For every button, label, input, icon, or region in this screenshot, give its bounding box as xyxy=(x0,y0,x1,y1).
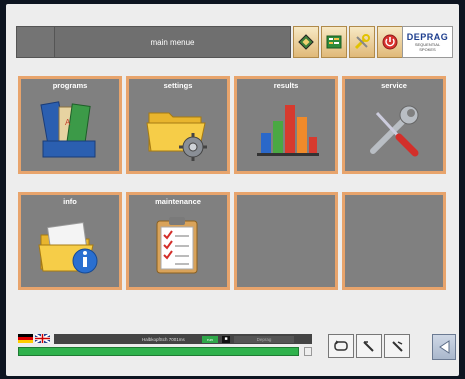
header-bar: main menue xyxy=(16,26,291,58)
cycle-icon xyxy=(334,340,348,351)
wrench-screwdriver-icon xyxy=(370,105,419,157)
info-folder-icon xyxy=(38,222,98,274)
grid-icon[interactable] xyxy=(321,26,347,58)
brand-name: DEPRAG xyxy=(406,32,449,42)
tile-programs[interactable]: programs A xyxy=(18,76,122,174)
language-flags xyxy=(18,334,50,343)
checklist-icon xyxy=(156,217,198,274)
bar-chart-icon xyxy=(257,105,319,156)
tile-empty-2[interactable] xyxy=(342,192,446,290)
tile-settings[interactable]: settings xyxy=(126,76,230,174)
diamond-icon[interactable] xyxy=(293,26,319,58)
header-icons xyxy=(293,26,403,58)
screwdriver-right-icon xyxy=(392,341,403,352)
tile-label: info xyxy=(63,197,77,206)
tile-empty-1[interactable] xyxy=(234,192,338,290)
brand-sub-2: SPOKES xyxy=(419,47,436,52)
tile-service[interactable]: service xyxy=(342,76,446,174)
progress-bar xyxy=(18,347,300,356)
tile-maintenance[interactable]: maintenance xyxy=(126,192,230,290)
uk-flag-icon[interactable] xyxy=(35,334,50,343)
binders-icon: A xyxy=(40,101,96,158)
tile-label: programs xyxy=(52,81,88,90)
user-icon: ■ xyxy=(222,335,230,343)
tile-label: results xyxy=(273,81,299,90)
svg-text:A: A xyxy=(65,118,71,127)
tile-label: maintenance xyxy=(155,197,201,206)
tile-label: settings xyxy=(163,81,193,90)
screen: main menue DEPRAG SEQUENTIAL SPOKES prog… xyxy=(6,4,459,376)
folder-gear-icon xyxy=(146,112,207,161)
status-text: HalbkopfSch 7001ms xyxy=(142,336,185,342)
power-icon[interactable] xyxy=(377,26,403,58)
back-button[interactable] xyxy=(432,334,456,360)
header-left-cell xyxy=(17,27,55,57)
cycle-button[interactable] xyxy=(328,334,354,358)
status-field: Deprag xyxy=(234,335,294,343)
tile-info[interactable]: info xyxy=(18,192,122,290)
status-bar: HalbkopfSch 7001ms run ■ Deprag xyxy=(54,334,312,344)
status-area: HalbkopfSch 7001ms run ■ Deprag xyxy=(16,332,316,360)
brand-logo: DEPRAG SEQUENTIAL SPOKES xyxy=(402,26,453,58)
screwdriver-left-icon xyxy=(363,341,374,352)
tile-results[interactable]: results xyxy=(234,76,338,174)
german-flag-icon[interactable] xyxy=(18,334,33,343)
back-arrow-icon xyxy=(439,340,450,354)
run-indicator: run xyxy=(202,335,218,343)
page-title: main menue xyxy=(150,37,195,47)
progress-end xyxy=(304,347,312,356)
loosen-button[interactable] xyxy=(384,334,410,358)
tile-label: service xyxy=(381,81,407,90)
tighten-button[interactable] xyxy=(356,334,382,358)
tools-icon[interactable] xyxy=(349,26,375,58)
